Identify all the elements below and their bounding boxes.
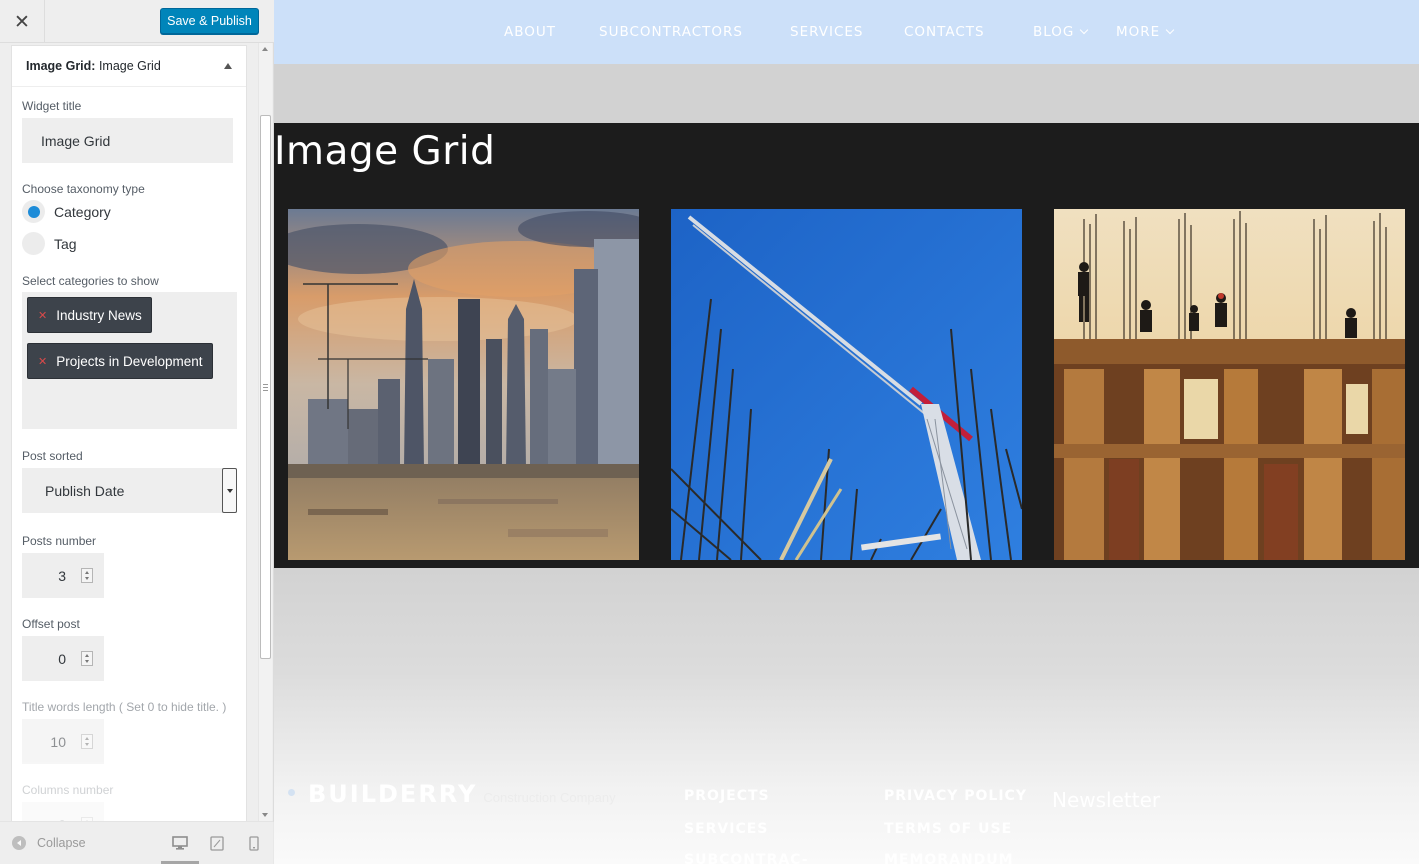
tablet-icon[interactable] xyxy=(210,836,224,851)
category-tag-label: Projects in Development xyxy=(56,353,203,369)
offset-post-label: Offset post xyxy=(22,617,80,631)
widget-panel-header[interactable]: Image Grid: Image Grid xyxy=(12,46,246,87)
title-words-value: 10 xyxy=(50,733,66,750)
remove-tag-icon[interactable]: ✕ xyxy=(38,355,47,368)
nav-item-blog[interactable]: BLOG xyxy=(1033,24,1089,40)
number-stepper[interactable] xyxy=(81,651,93,666)
radio-tag-label: Tag xyxy=(54,235,77,252)
widget-title-input[interactable]: Image Grid xyxy=(22,118,233,163)
nav-item-more[interactable]: MORE xyxy=(1116,24,1175,40)
footer-link-subcontractors[interactable]: SUBCONTRAC- xyxy=(684,852,809,864)
nav-item-services[interactable]: SERVICES xyxy=(790,24,863,40)
taxonomy-type-label: Choose taxonomy type xyxy=(22,182,145,196)
categories-label: Select categories to show xyxy=(22,274,159,288)
collapse-button[interactable]: Collapse xyxy=(12,836,86,850)
widget-title-label: Widget title xyxy=(22,99,82,113)
image-grid-section: Image Grid xyxy=(274,123,1419,568)
footer-link-memorandum[interactable]: MEMORANDUM xyxy=(884,852,1014,864)
posts-number-value: 3 xyxy=(58,567,66,584)
save-publish-button[interactable]: Save & Publish xyxy=(160,8,259,34)
nav-item-contacts[interactable]: CONTACTS xyxy=(904,24,985,40)
category-tag-label: Industry News xyxy=(56,307,142,323)
footer-brand[interactable]: BUILDERRY Construction Company xyxy=(288,780,616,808)
nav-item-about[interactable]: ABOUT xyxy=(504,24,556,40)
footer-link-terms[interactable]: TERMS OF USE xyxy=(884,821,1012,837)
scroll-down-icon[interactable] xyxy=(262,813,268,817)
columns-number-value: 3 xyxy=(58,802,66,822)
remove-tag-icon[interactable]: ✕ xyxy=(38,309,47,322)
nav-item-subcontractors[interactable]: SUBCONTRACTORS xyxy=(599,24,743,40)
radio-category-label: Category xyxy=(54,203,111,220)
customizer-header: ✕ Save & Publish xyxy=(0,0,274,43)
posts-number-label: Posts number xyxy=(22,534,97,548)
widget-panel-title: Image Grid: Image Grid xyxy=(26,59,161,73)
customizer-body: Image Grid: Image Grid Widget title Imag… xyxy=(0,43,274,821)
radio-button-checked[interactable] xyxy=(22,200,45,223)
site-footer xyxy=(274,568,1419,864)
categories-multiselect[interactable]: ✕ Industry News ✕ Projects in Developmen… xyxy=(22,292,237,429)
site-nav: ABOUT SUBCONTRACTORS SERVICES CONTACTS B… xyxy=(274,0,1419,64)
scrollbar-thumb[interactable] xyxy=(260,115,271,659)
radio-button-unchecked[interactable] xyxy=(22,232,45,255)
number-stepper[interactable] xyxy=(81,568,93,583)
image-grid-title: Image Grid xyxy=(274,129,496,174)
brand-logo-icon xyxy=(288,789,295,796)
post-sorted-select[interactable]: Publish Date xyxy=(22,468,237,513)
footer-link-projects[interactable]: PROJECTS xyxy=(684,788,770,804)
collapse-icon xyxy=(12,836,26,850)
newsletter-heading: Newsletter xyxy=(1052,788,1161,812)
chevron-down-icon[interactable] xyxy=(222,468,237,513)
grid-image-skyline[interactable] xyxy=(288,209,639,560)
posts-number-input[interactable]: 3 xyxy=(22,553,104,598)
title-words-input[interactable]: 10 xyxy=(22,719,104,764)
grid-image-crane[interactable] xyxy=(671,209,1022,560)
category-tag[interactable]: ✕ Projects in Development xyxy=(27,343,213,379)
scroll-up-icon[interactable] xyxy=(262,47,268,51)
columns-number-label: Columns number xyxy=(22,783,114,797)
number-stepper[interactable] xyxy=(81,734,93,749)
footer-link-privacy[interactable]: PRIVACY POLICY xyxy=(884,788,1027,804)
collapse-label: Collapse xyxy=(37,836,86,850)
widget-panel: Image Grid: Image Grid Widget title Imag… xyxy=(11,45,247,821)
brand-name: BUILDERRY xyxy=(308,780,478,808)
sidebar-scrollbar[interactable] xyxy=(258,43,272,821)
brand-tagline: Construction Company xyxy=(483,790,616,805)
offset-post-input[interactable]: 0 xyxy=(22,636,104,681)
customizer-sidebar: ✕ Save & Publish Image Grid: Image Grid … xyxy=(0,0,274,864)
mobile-icon[interactable] xyxy=(249,836,259,851)
close-icon[interactable]: ✕ xyxy=(0,0,45,43)
category-tag[interactable]: ✕ Industry News xyxy=(27,297,152,333)
collapse-arrow-icon[interactable] xyxy=(224,63,232,69)
grid-image-workers[interactable] xyxy=(1054,209,1405,560)
post-sorted-label: Post sorted xyxy=(22,449,83,463)
desktop-icon[interactable] xyxy=(172,836,188,851)
chevron-down-icon xyxy=(1165,25,1175,35)
post-sorted-value: Publish Date xyxy=(45,482,125,499)
columns-number-input[interactable]: 3 xyxy=(22,802,104,821)
customizer-footer: Collapse xyxy=(0,821,274,864)
footer-link-services[interactable]: SERVICES xyxy=(684,821,768,837)
chevron-down-icon xyxy=(1080,25,1089,35)
offset-post-value: 0 xyxy=(58,650,66,667)
radio-category[interactable]: Category xyxy=(22,200,111,223)
radio-tag[interactable]: Tag xyxy=(22,232,77,255)
title-words-label: Title words length ( Set 0 to hide title… xyxy=(22,700,227,714)
